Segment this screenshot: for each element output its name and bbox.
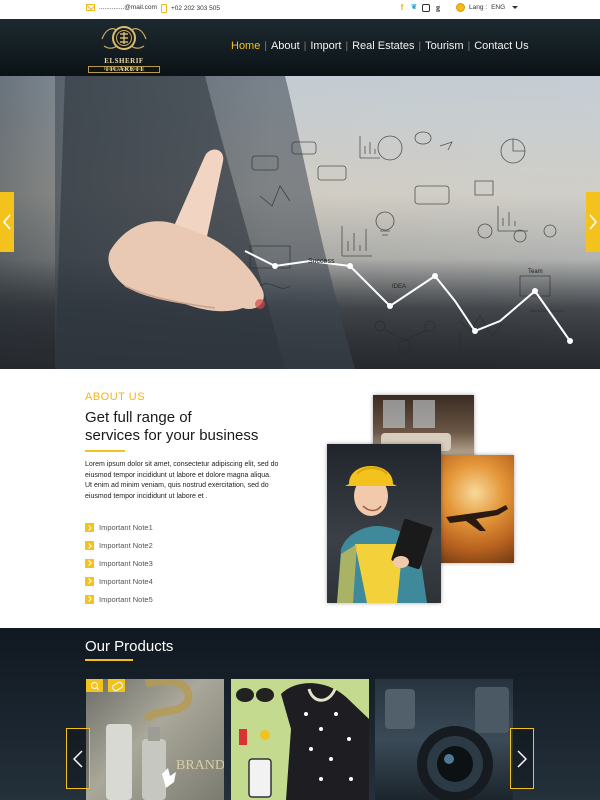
notes-list: Important Note1 Important Note2 Importan… (85, 519, 153, 608)
note-label: Important Note3 (99, 558, 153, 568)
language-selector[interactable]: Lang : ENG (456, 3, 519, 12)
about-divider (85, 450, 125, 452)
about-label: ABOUT US (85, 391, 146, 403)
contact-phone[interactable]: +02 202 303 505 (161, 4, 220, 13)
diagram-label-team: Team (528, 269, 543, 275)
chevron-right-icon (85, 558, 94, 568)
nav-separator: | (418, 40, 422, 52)
chevron-right-icon (85, 594, 94, 604)
mail-icon (86, 4, 95, 11)
diagram-label-success: Success (308, 258, 335, 265)
nav-item-home[interactable]: Home (231, 40, 260, 52)
logo-tagline: Elsherif For Trading (88, 66, 160, 73)
products-title: Our Products (85, 638, 174, 655)
google-plus-icon[interactable]: g (434, 3, 442, 12)
nav-item-real-estates[interactable]: Real Estates (352, 40, 414, 52)
site-header: ELSHERIF TICARETI Elsherif For Trading H… (0, 19, 600, 76)
chevron-down-icon (512, 6, 519, 9)
chevron-left-icon (73, 750, 83, 768)
note-label: Important Note2 (99, 541, 153, 551)
top-bar: ..............@mail.com +02 202 303 505 … (0, 0, 600, 19)
hero-prev-button[interactable] (0, 192, 14, 252)
nav-item-about[interactable]: About (271, 40, 300, 52)
phone-text: +02 202 303 505 (171, 5, 220, 12)
chevron-left-icon (3, 214, 11, 230)
nav-separator: | (303, 40, 307, 52)
products-prev-button[interactable] (66, 728, 90, 789)
logo[interactable]: ELSHERIF TICARETI Elsherif For Trading (88, 24, 160, 73)
lang-value: ENG (491, 4, 506, 11)
cosmetics-illustration: BRAND (106, 679, 224, 800)
list-item[interactable]: Important Note5 (85, 590, 153, 608)
note-label: Important Note1 (99, 523, 153, 533)
airplane-photo (436, 455, 514, 563)
worker-illustration (337, 466, 433, 603)
main-nav: Home | About | Import | Real Estates | T… (231, 40, 529, 52)
product-card-cameras[interactable] (375, 679, 513, 800)
email-text: ..............@mail.com (99, 4, 157, 11)
contact-email[interactable]: ..............@mail.com (86, 4, 157, 11)
about-paragraph-1: Lorem ipsum dolor sit amet, consectetur … (85, 461, 279, 479)
note-label: Important Note5 (99, 594, 153, 604)
camera-illustration (385, 687, 509, 800)
about-paragraph: Lorem ipsum dolor sit amet, consectetur … (85, 460, 285, 502)
diagram-label-idea: IDEA (392, 284, 406, 290)
products-section: Our Products BRAND (0, 628, 600, 800)
products-next-button[interactable] (510, 728, 534, 789)
chevron-right-icon (589, 214, 597, 230)
nav-item-tourism[interactable]: Tourism (425, 40, 464, 52)
product-card-fashion[interactable] (231, 679, 369, 800)
products-divider (85, 659, 133, 661)
about-paragraph-2: Ut enim ad minim veniam, quis nostrud ex… (85, 482, 269, 500)
nav-item-contact-us[interactable]: Contact Us (474, 40, 528, 52)
list-item[interactable]: Important Note3 (85, 555, 153, 573)
hero-business-diagram: Success IDEA Team (244, 131, 573, 367)
list-item[interactable]: Important Note4 (85, 572, 153, 590)
fashion-illustration (236, 683, 369, 800)
worker-photo (327, 444, 441, 603)
nav-separator: | (467, 40, 471, 52)
hero-next-button[interactable] (586, 192, 600, 252)
airplane-illustration (446, 505, 508, 531)
list-item[interactable]: Important Note1 (85, 519, 153, 537)
hero-slider: Success IDEA Team (0, 76, 600, 369)
link-icon[interactable] (108, 679, 125, 692)
card-tools (86, 679, 125, 692)
logo-emblem-icon (101, 26, 147, 50)
list-item[interactable]: Important Note2 (85, 537, 153, 555)
nav-separator: | (264, 40, 267, 52)
phone-icon (161, 4, 167, 13)
chevron-right-icon (85, 541, 94, 551)
product-card-cosmetics[interactable]: BRAND (86, 679, 224, 800)
chevron-right-icon (85, 576, 94, 586)
twitter-icon[interactable]: ❦ (410, 3, 418, 12)
search-icon[interactable] (86, 679, 103, 692)
nav-separator: | (345, 40, 349, 52)
social-links: f ❦ g (398, 3, 442, 12)
about-title-line1: Get full range of (85, 409, 192, 426)
lang-label: Lang : (469, 4, 488, 11)
globe-icon (456, 3, 465, 12)
note-label: Important Note4 (99, 576, 153, 586)
about-title: Get full range of services for your busi… (85, 409, 295, 445)
about-title-line2: services for your business (85, 427, 259, 444)
chevron-right-icon (85, 523, 94, 533)
chevron-right-icon (517, 750, 527, 768)
instagram-icon[interactable] (422, 3, 430, 12)
nav-item-import[interactable]: Import (310, 40, 341, 52)
facebook-icon[interactable]: f (398, 3, 406, 12)
card-brand-text: BRAND (176, 758, 224, 773)
